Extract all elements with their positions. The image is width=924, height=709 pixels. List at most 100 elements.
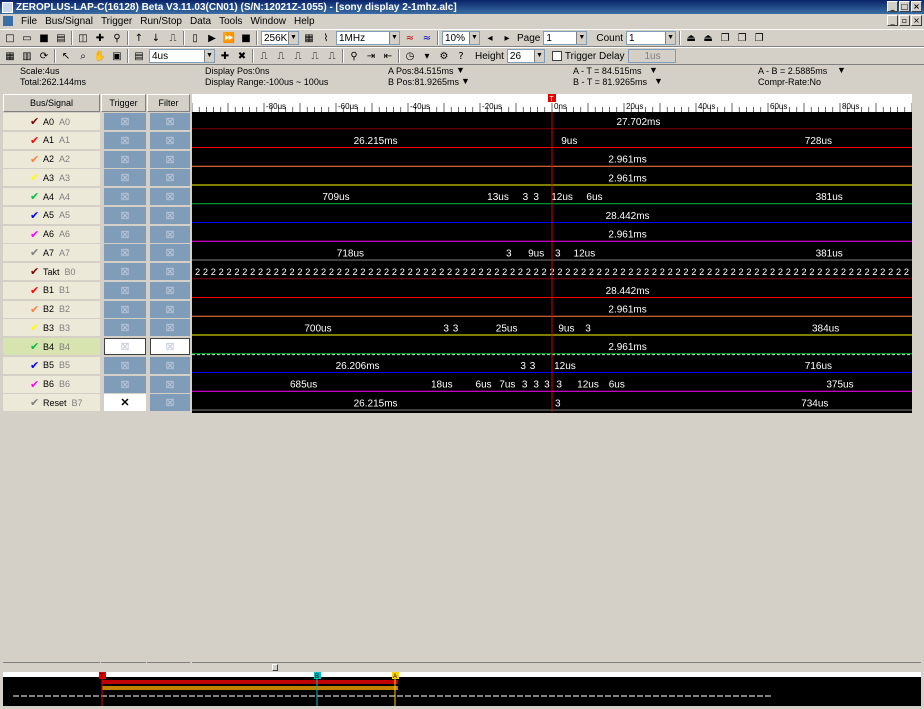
height-select[interactable]: 26 ▼: [506, 49, 545, 63]
signal-settings-icon[interactable]: ✚: [93, 31, 107, 45]
signal-color-check-icon[interactable]: ✔: [30, 284, 42, 297]
trigger-condition-cell[interactable]: ⊠: [104, 150, 146, 168]
trigger-position-select[interactable]: 10% ▼: [442, 31, 480, 45]
signal-row[interactable]: ✔ A1 A1 ⊠ ⊠: [3, 131, 190, 150]
signal-color-check-icon[interactable]: ✔: [30, 396, 42, 409]
display-mode-icon[interactable]: ▤: [132, 49, 146, 63]
waveform-icon[interactable]: ▥: [20, 49, 34, 63]
bus-a-icon[interactable]: ⎍: [257, 49, 271, 63]
bus-d-icon[interactable]: ⎍: [308, 49, 322, 63]
signal-color-check-icon[interactable]: ✔: [30, 153, 42, 166]
waveform-area[interactable]: 27.702ms 26.215ms 9us 728us 2.961ms 2.961ms 70…: [192, 112, 912, 662]
hand-icon[interactable]: ✋: [93, 49, 107, 63]
minimize-button[interactable]: _: [887, 1, 898, 12]
search-icon[interactable]: ⚲: [347, 49, 361, 63]
column-header-filter[interactable]: Filter: [147, 94, 190, 112]
filter-condition-cell[interactable]: ⊠: [150, 281, 190, 299]
filter-condition-cell[interactable]: ⊠: [150, 169, 190, 187]
signal-color-check-icon[interactable]: ✔: [30, 303, 42, 316]
signal-row[interactable]: ✔ Reset B7 ✕ ⊠: [3, 393, 190, 412]
settings-icon[interactable]: ⚙: [437, 49, 451, 63]
filter-condition-cell[interactable]: ⊠: [150, 131, 190, 149]
refresh-icon[interactable]: ⟳: [37, 49, 51, 63]
signal-color-check-icon[interactable]: ✔: [30, 265, 42, 278]
signal-row[interactable]: ✔ A4 A4 ⊠ ⊠: [3, 187, 190, 206]
trigger-condition-cell[interactable]: ⊠: [104, 113, 146, 130]
trigger-settings-icon[interactable]: ⎍: [166, 31, 180, 45]
signal-cell[interactable]: ✔ A3 A3: [3, 169, 100, 187]
filter-condition-cell[interactable]: ⊠: [150, 338, 190, 355]
search-next-icon[interactable]: ⇥: [364, 49, 378, 63]
threshold-icon[interactable]: ≈: [403, 31, 417, 45]
bus-b-icon[interactable]: ⎍: [274, 49, 288, 63]
grid-icon[interactable]: ▦: [3, 49, 17, 63]
column-header-signal[interactable]: Bus/Signal: [3, 94, 100, 112]
bus-c-icon[interactable]: ⎍: [291, 49, 305, 63]
filter-condition-cell[interactable]: ⊠: [150, 300, 190, 318]
prev-page-icon[interactable]: ◂: [483, 31, 497, 45]
waveform-hscroll[interactable]: [192, 662, 921, 672]
trigger-condition-cell[interactable]: ⊠: [104, 206, 146, 224]
trigger-condition-cell[interactable]: ⊠: [104, 319, 146, 337]
run-repeat-icon[interactable]: ⏩: [222, 31, 236, 45]
signal-color-check-icon[interactable]: ✔: [30, 378, 42, 391]
signal-row[interactable]: ✔ B1 B1 ⊠ ⊠: [3, 281, 190, 300]
pointer-icon[interactable]: ↖: [59, 49, 73, 63]
trigger-condition-cell[interactable]: ⊠: [104, 263, 146, 280]
bus-settings-icon[interactable]: ◫: [76, 31, 90, 45]
signal-cell[interactable]: ✔ A1 A1: [3, 131, 100, 149]
signal-cell[interactable]: ✔ A6 A6: [3, 225, 100, 243]
filter-condition-cell[interactable]: ⊠: [150, 319, 190, 337]
signal-cell[interactable]: ✔ B4 B4: [3, 338, 100, 355]
b-pos-dropdown[interactable]: ▼: [461, 76, 470, 86]
filter-condition-cell[interactable]: ⊠: [150, 206, 190, 224]
signal-row[interactable]: ✔ A7 A7 ⊠ ⊠: [3, 243, 190, 262]
filter-icon[interactable]: ⚲: [110, 31, 124, 45]
paste-icon[interactable]: ❐: [735, 31, 749, 45]
filter-condition-cell[interactable]: ⊠: [150, 150, 190, 168]
trigger-condition-cell[interactable]: ⊠: [104, 131, 146, 149]
signal-color-check-icon[interactable]: ✔: [30, 134, 42, 147]
a-pos-dropdown[interactable]: ▼: [456, 65, 465, 75]
a-minus-b-dropdown[interactable]: ▼: [837, 65, 846, 75]
clock-source-icon[interactable]: ⌇: [319, 31, 333, 45]
menu-tools[interactable]: Tools: [215, 16, 246, 27]
signal-color-check-icon[interactable]: ✔: [30, 115, 42, 128]
run-icon[interactable]: ▶: [205, 31, 219, 45]
mdi-restore-button[interactable]: ▫: [899, 15, 910, 26]
signal-row[interactable]: ✔ B4 B4 ⊠ ⊠: [3, 337, 190, 356]
trigger-condition-cell[interactable]: ⊠: [104, 188, 146, 205]
zoom-in-icon[interactable]: ✚: [218, 49, 232, 63]
menu-data[interactable]: Data: [186, 16, 215, 27]
signal-color-check-icon[interactable]: ✔: [30, 321, 42, 334]
signal-color-check-icon[interactable]: ✔: [30, 246, 42, 259]
export-icon[interactable]: ⏏: [701, 31, 715, 45]
filter-condition-cell[interactable]: ⊠: [150, 113, 190, 130]
trigger-condition-cell[interactable]: ⊠: [104, 225, 146, 243]
column-header-trigger[interactable]: Trigger: [101, 94, 146, 112]
search-prev-icon[interactable]: ⇤: [381, 49, 395, 63]
trigger-condition-cell[interactable]: ⊠: [104, 281, 146, 299]
time-ruler[interactable]: -80us -60us -40us -20us 0ns 20us 40us 60us 80us T: [191, 94, 913, 112]
menu-bus-signal[interactable]: Bus/Signal: [41, 16, 97, 27]
sample-rate-select[interactable]: 1MHz ▼: [336, 31, 400, 45]
signal-color-check-icon[interactable]: ✔: [30, 340, 42, 353]
signal-row[interactable]: ✔ A2 A2 ⊠ ⊠: [3, 150, 190, 169]
signal-color-check-icon[interactable]: ✔: [30, 190, 42, 203]
signal-cell[interactable]: ✔ B5 B5: [3, 356, 100, 374]
signal-row[interactable]: ✔ A6 A6 ⊠ ⊠: [3, 225, 190, 244]
stop-icon[interactable]: ■: [239, 31, 253, 45]
signal-color-check-icon[interactable]: ✔: [30, 171, 42, 184]
filter-condition-cell[interactable]: ⊠: [150, 394, 190, 412]
page-select[interactable]: 1 ▼: [543, 31, 588, 45]
filter-condition-cell[interactable]: ⊠: [150, 188, 190, 205]
trigger-delay-input[interactable]: 1us: [627, 49, 676, 63]
new-file-icon[interactable]: □: [3, 31, 17, 45]
trigger-condition-cell[interactable]: ⊠: [104, 338, 146, 355]
filter-condition-cell[interactable]: ⊠: [150, 263, 190, 280]
save-icon[interactable]: ■: [37, 31, 51, 45]
mdi-close-button[interactable]: ×: [911, 15, 922, 26]
signal-row[interactable]: ✔ A0 A0 ⊠ ⊠: [3, 112, 190, 131]
filter-condition-cell[interactable]: ⊠: [150, 244, 190, 262]
count-select[interactable]: 1 ▼: [626, 31, 677, 45]
